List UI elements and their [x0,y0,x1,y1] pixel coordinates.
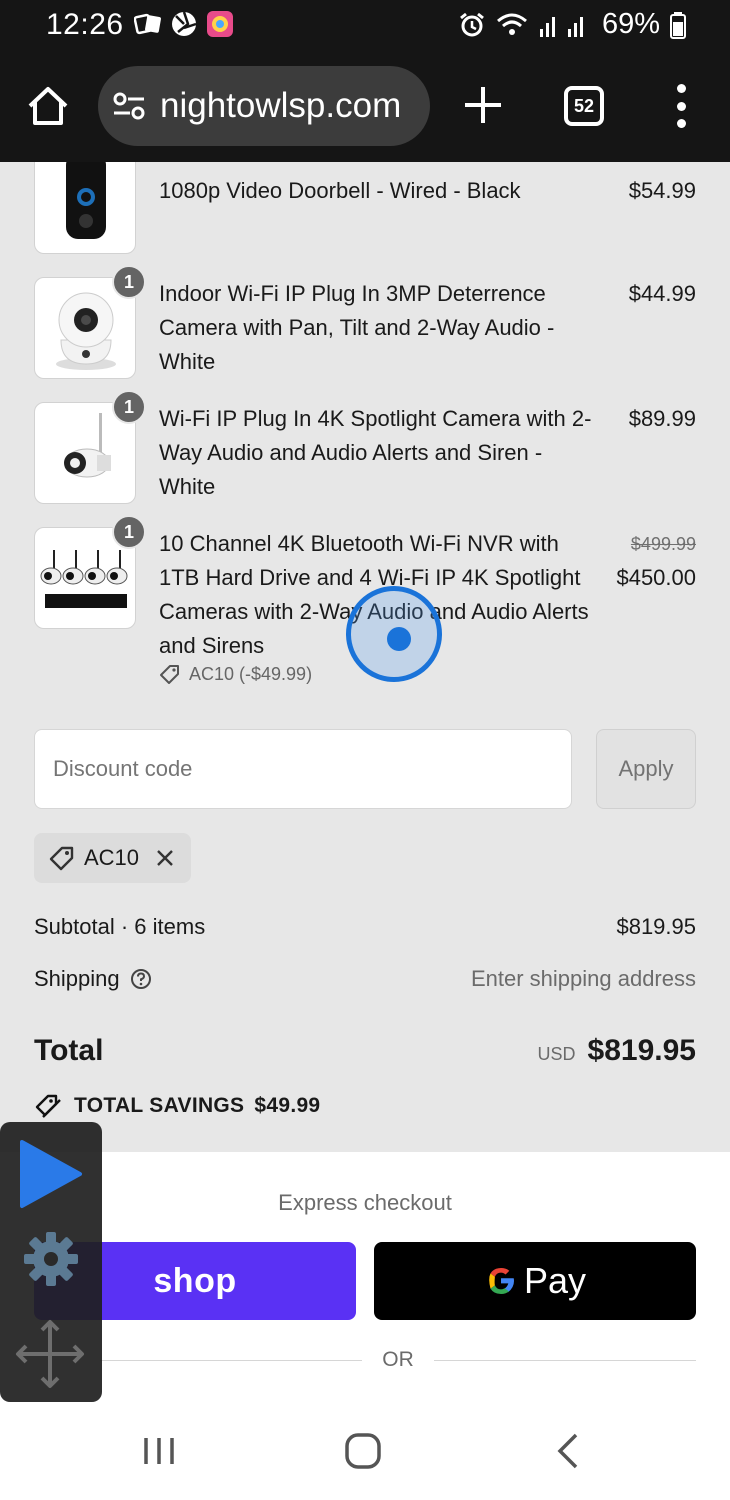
quantity-badge: 1 [112,515,146,549]
google-pay-button[interactable]: Pay [374,1242,696,1320]
google-g-icon [489,1268,514,1294]
tag-icon [160,665,179,684]
line-item: 1 Indoor Wi-Fi IP Plug In 3MP Deterrence… [34,265,696,387]
shipping-row: Shipping Enter shipping address [34,966,696,992]
line-item: 1080p Video Doorbell - Wired - Black $54… [34,162,696,264]
status-bar: 12:26 69% [0,0,730,52]
discount-code-input[interactable] [34,729,572,809]
shipping-value: Enter shipping address [470,966,696,991]
quantity-badge: 1 [112,265,146,299]
quantity-badge: 1 [112,390,146,424]
item-price: $89.99 [628,406,696,431]
shipping-label: Shipping [34,966,120,991]
item-discount: AC10 (-$49.99) [159,663,312,685]
gear-icon[interactable] [22,1230,80,1288]
remove-code-icon[interactable] [155,848,175,868]
signal-icon [539,16,583,37]
home-icon[interactable] [26,84,70,128]
help-icon[interactable] [130,968,152,990]
total-row: Total USD $819.95 [34,1034,696,1068]
battery-icon [670,11,686,39]
new-tab-icon[interactable] [460,82,506,128]
site-settings-icon[interactable] [112,91,146,121]
express-checkout: Express checkout shop Pay OR [0,1152,730,1400]
or-divider: OR [100,1348,696,1372]
savings-value: $49.99 [254,1094,321,1117]
notification-icons [134,10,234,38]
google-pay-label: Pay [523,1260,587,1301]
gallery-notification-icon [207,11,233,37]
subtotal-value: $819.95 [616,914,696,939]
address-bar[interactable]: nightowlsp.com [98,66,430,146]
item-price: $450.00 [616,565,696,590]
system-status: 69% [458,8,686,41]
play-icon[interactable] [18,1138,84,1210]
or-label: OR [382,1348,414,1371]
recent-apps-icon[interactable] [142,1436,176,1466]
apply-button[interactable]: Apply [596,729,696,809]
floating-tool-panel [0,1122,102,1402]
browser-toolbar: nightowlsp.com 52 [0,52,730,162]
item-name: Indoor Wi-Fi IP Plug In 3MP Deterrence C… [159,281,555,374]
total-label: Total [34,1034,104,1067]
item-name: 1080p Video Doorbell - Wired - Black [159,178,521,203]
savings-label: TOTAL SAVINGS [74,1094,245,1117]
applied-code-text: AC10 [84,845,140,870]
aperture-notification-icon [172,11,197,36]
touch-indicator [346,586,442,682]
item-price: $54.99 [628,178,696,203]
subtotal-label: Subtotal · 6 items [34,914,206,939]
back-nav-icon[interactable] [554,1432,580,1470]
tag-icon [49,846,74,871]
status-time: 12:26 [46,8,124,41]
alarm-icon [460,12,484,36]
tags-icon [35,1094,61,1118]
currency-code: USD [537,1044,576,1064]
total-value: $819.95 [587,1034,696,1067]
cards-notification-icon [134,13,161,35]
tab-switcher-button[interactable]: 52 [564,86,604,126]
battery-percent: 69% [601,8,660,40]
subtotal-row: Subtotal · 6 items $819.95 [34,914,696,940]
total-savings: TOTAL SAVINGS $49.99 [34,1092,320,1120]
system-nav-bar [0,1400,730,1500]
move-icon[interactable] [14,1318,86,1390]
doorbell-thumbnail [34,162,136,254]
line-item: 1 Wi-Fi IP Plug In 4K Spotlight Camera w… [34,390,696,512]
express-checkout-label: Express checkout [278,1190,452,1215]
url-text[interactable]: nightowlsp.com [160,86,401,126]
wifi-icon [496,13,527,35]
item-discount-text: AC10 (-$49.99) [189,663,313,684]
home-nav-icon[interactable] [344,1432,382,1470]
item-price: $44.99 [628,281,696,306]
original-price: $499.99 [630,534,696,554]
more-menu-icon[interactable] [668,84,694,128]
applied-code-chip: AC10 [34,833,191,883]
item-price-block: $499.99 $450.00 [616,527,696,595]
item-name: Wi-Fi IP Plug In 4K Spotlight Camera wit… [159,406,592,499]
